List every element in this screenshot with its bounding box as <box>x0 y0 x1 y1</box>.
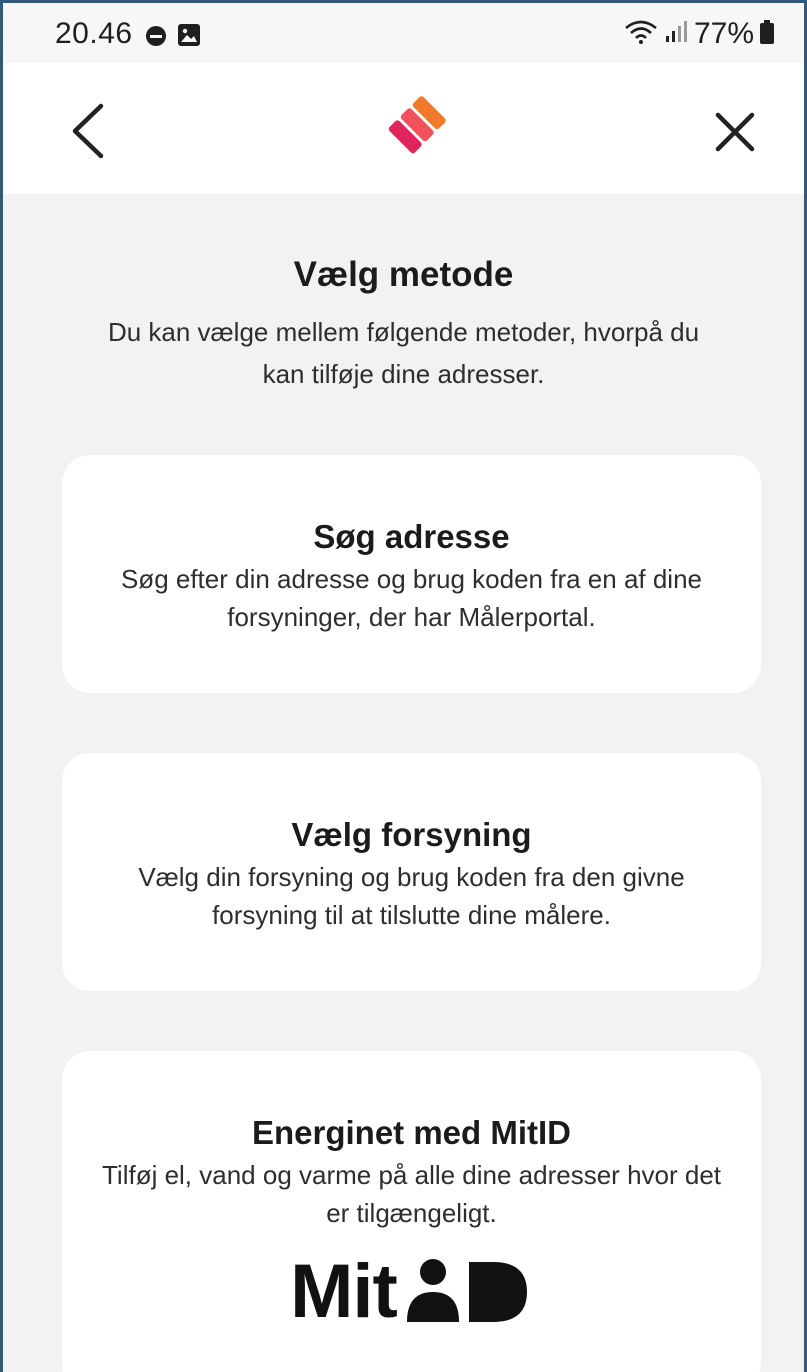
choose-utility-card[interactable]: Vælg forsyning Vælg din forsyning og bru… <box>62 753 761 991</box>
do-not-disturb-icon <box>146 26 166 46</box>
card-title: Vælg forsyning <box>291 816 532 853</box>
back-button[interactable] <box>63 101 113 161</box>
app-screen: 20.46 77% Vælg metode Du kan vælge melle… <box>3 3 804 1372</box>
signal-icon <box>664 20 688 49</box>
battery-icon <box>760 19 774 50</box>
search-address-card[interactable]: Søg adresse Søg efter din adresse og bru… <box>62 455 761 693</box>
card-description: Søg efter din adresse og brug koden fra … <box>120 564 703 632</box>
close-icon <box>715 112 755 152</box>
page-subtitle: Du kan vælge mellem følgende metoder, hv… <box>107 317 700 389</box>
image-icon <box>178 24 200 46</box>
close-button[interactable] <box>708 105 762 159</box>
mitid-logo-text: Mit <box>290 1249 398 1334</box>
battery-percentage: 77% <box>693 17 754 50</box>
chevron-left-icon <box>72 103 104 159</box>
mitid-id-icon <box>406 1259 527 1322</box>
wifi-icon <box>624 19 658 50</box>
page-title: Vælg metode <box>293 255 514 294</box>
card-title: Søg adresse <box>313 518 510 555</box>
status-time: 20.46 <box>55 17 133 50</box>
status-bar: 20.46 77% <box>3 3 804 63</box>
energinet-mitid-card[interactable]: Energinet med MitID Tilføj el, vand og v… <box>62 1051 761 1372</box>
app-logo <box>375 91 451 167</box>
card-description: Tilføj el, vand og varme på alle dine ad… <box>102 1160 722 1228</box>
app-header <box>3 63 804 194</box>
card-title: Energinet med MitID <box>251 1114 572 1151</box>
mitid-logo: Mit <box>290 1254 533 1330</box>
card-description: Vælg din forsyning og brug koden fra den… <box>138 862 685 930</box>
